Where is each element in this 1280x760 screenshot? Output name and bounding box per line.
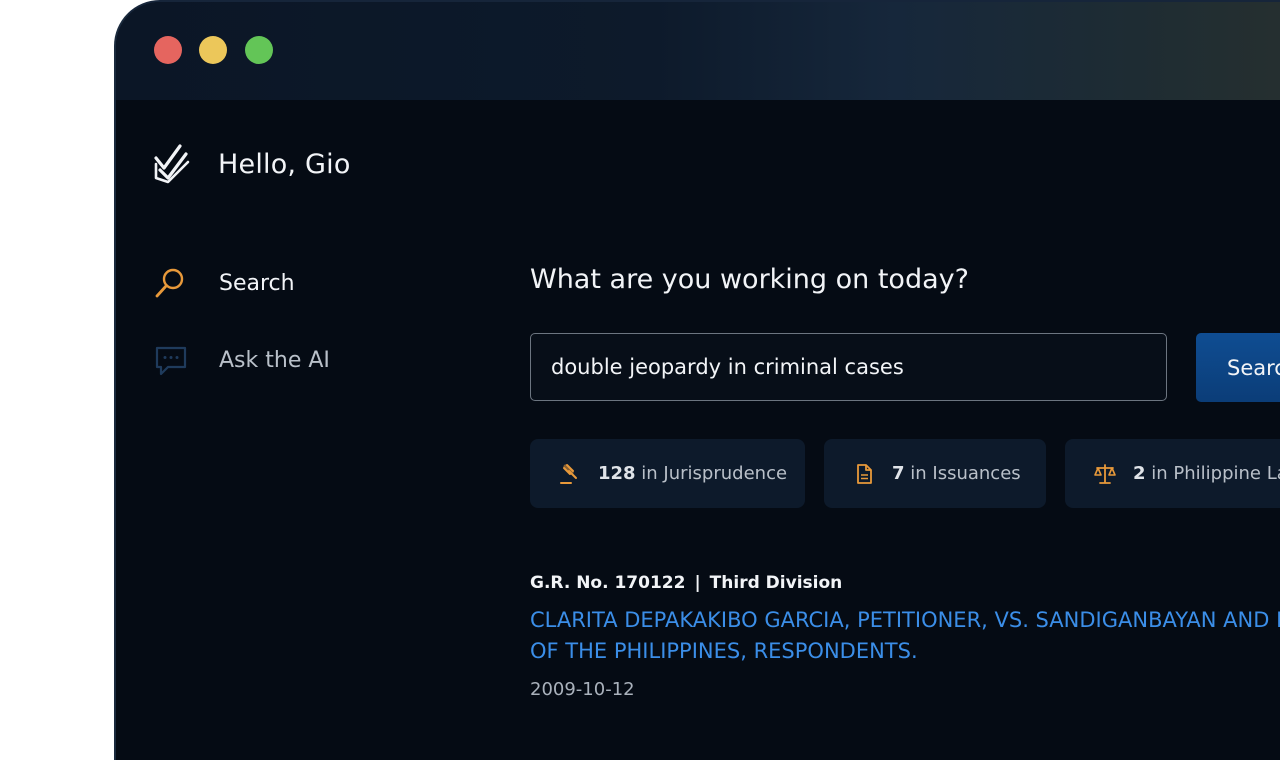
result-division: Third Division: [709, 573, 843, 593]
sidebar-item-label: Ask the AI: [219, 347, 330, 373]
document-icon: [857, 463, 872, 484]
result-case-meta: G.R. No. 170122 | Third Division: [530, 573, 842, 593]
filter-chip-label: 7 in Issuances: [892, 463, 1021, 484]
brand-header: Hello, Gio: [154, 144, 351, 184]
filter-chip-issuances[interactable]: 7 in Issuances: [824, 439, 1046, 508]
chat-icon: [155, 346, 187, 376]
maximize-window-button[interactable]: [245, 36, 273, 64]
sidebar-item-label: Search: [219, 270, 295, 296]
gavel-icon: [560, 463, 577, 484]
title-bar: [116, 2, 1280, 100]
search-button[interactable]: Search: [1196, 333, 1280, 402]
sidebar-item-ask-ai[interactable]: Ask the AI: [154, 343, 330, 377]
sidebar-item-search[interactable]: Search: [154, 266, 295, 300]
close-window-button[interactable]: [154, 36, 182, 64]
scales-icon: [1094, 463, 1116, 484]
result-separator: |: [694, 573, 701, 593]
result-gr-number: G.R. No. 170122: [530, 573, 686, 593]
checkmark-logo-icon: [154, 144, 190, 184]
minimize-window-button[interactable]: [199, 36, 227, 64]
search-icon: [155, 268, 184, 298]
page-prompt-heading: What are you working on today?: [530, 264, 969, 295]
result-date: 2009-10-12: [530, 679, 635, 700]
search-input[interactable]: [530, 333, 1167, 401]
app-window: Hello, Gio Search Ask the AI What are yo…: [114, 0, 1280, 760]
result-title-line: CLARITA DEPAKAKIBO GARCIA, PETITIONER, V…: [530, 608, 1280, 632]
filter-chip-jurisprudence[interactable]: 128 in Jurisprudence: [530, 439, 805, 508]
result-case-title-link[interactable]: CLARITA DEPAKAKIBO GARCIA, PETITIONER, V…: [530, 605, 1280, 667]
filter-chip-philippine-laws[interactable]: 2 in Philippine Laws: [1065, 439, 1280, 508]
filter-chip-label: 128 in Jurisprudence: [598, 463, 788, 484]
filter-chip-label: 2 in Philippine Laws: [1133, 463, 1280, 484]
result-title-line: OF THE PHILIPPINES, RESPONDENTS.: [530, 639, 918, 663]
greeting-text: Hello, Gio: [218, 148, 351, 180]
